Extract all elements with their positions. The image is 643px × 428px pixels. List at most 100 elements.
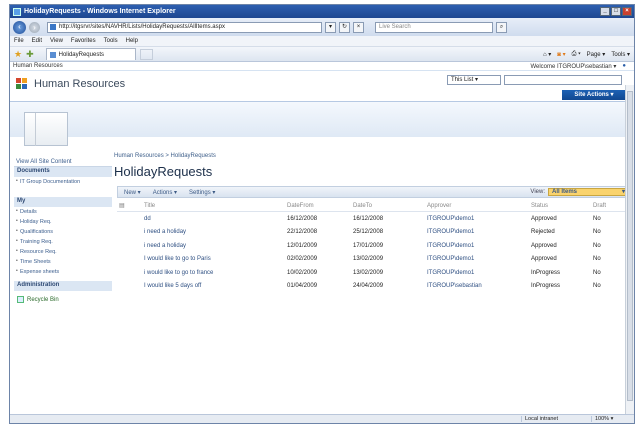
feeds-icon[interactable]: ◙ ▾ — [557, 51, 565, 58]
row-title[interactable]: i need a holiday — [144, 229, 287, 235]
row-title[interactable]: I would like 5 days off — [144, 283, 287, 289]
refresh-button[interactable]: ↻ — [339, 21, 350, 33]
list-table: ▤ Title DateFrom DateTo Approver Status … — [117, 200, 632, 293]
menu-file[interactable]: File — [14, 38, 24, 44]
search-button[interactable]: ⌕ — [496, 21, 507, 33]
row-datefrom: 02/02/2009 — [287, 256, 318, 263]
page-header-band — [10, 101, 634, 137]
url-text: http://itgsrvr/sites/NAVHR/Lists/Holiday… — [59, 24, 225, 30]
site-logo-icon — [16, 78, 30, 89]
page-menu[interactable]: Page ▾ — [587, 51, 606, 58]
view-all-content-link[interactable]: View All Site Content — [14, 155, 112, 167]
new-tab-button[interactable] — [139, 48, 153, 60]
minimize-button[interactable]: _ — [600, 7, 610, 16]
home-icon[interactable]: ⌂ ▾ — [543, 51, 551, 58]
menu-favorites[interactable]: Favorites — [71, 38, 96, 44]
col-approver[interactable]: Approver — [427, 203, 531, 209]
settings-menu[interactable]: Settings ▾ — [183, 189, 221, 196]
back-button[interactable]: ‹ — [13, 20, 26, 34]
row-approver[interactable]: ITGROUP\demo1 — [427, 216, 531, 222]
menu-edit[interactable]: Edit — [32, 38, 42, 44]
row-title[interactable]: i need a holiday — [144, 243, 287, 249]
row-dateto: 13/02/2009 — [353, 256, 384, 263]
row-title[interactable]: i would like to go to france — [144, 270, 287, 276]
scrollbar-thumb[interactable] — [627, 91, 633, 401]
view-select[interactable]: All Items — [548, 188, 628, 196]
search-scope-select[interactable]: This List ▾ — [447, 75, 501, 85]
page-title: HolidayRequests — [114, 164, 213, 179]
table-row[interactable]: i need a holiday 22/12/2008 25/12/2008 I… — [117, 226, 632, 240]
row-status: Approved — [531, 256, 557, 263]
breadcrumb[interactable]: Human Resources > HolidayRequests — [114, 153, 216, 159]
nav-head-documents[interactable]: Documents — [14, 167, 112, 177]
row-approver[interactable]: ITGROUP\sebastian — [427, 283, 531, 289]
recycle-bin-icon — [17, 296, 24, 303]
recycle-bin-link[interactable]: Recycle Bin — [14, 291, 112, 308]
nav-item-expense-sheets[interactable]: Expense sheets — [14, 267, 112, 277]
site-search-input[interactable] — [504, 75, 622, 85]
tools-menu[interactable]: Tools ▾ — [611, 51, 630, 58]
site-actions-button[interactable]: Site Actions ▾ — [562, 90, 626, 100]
tab-label: HolidayRequests — [58, 51, 104, 58]
help-icon[interactable]: ● — [622, 63, 626, 69]
security-zone: Local intranet — [521, 416, 591, 422]
row-dateto: 16/12/2008 — [353, 215, 384, 222]
nav-item-resource-req[interactable]: Resource Req. — [14, 247, 112, 257]
site-title[interactable]: Human Resources — [34, 78, 125, 90]
col-dateto[interactable]: DateTo — [353, 203, 427, 209]
row-dateto: 17/01/2009 — [353, 242, 384, 249]
col-datefrom[interactable]: DateFrom — [287, 203, 353, 209]
nav-head-administration[interactable]: Administration — [14, 281, 112, 291]
forward-button[interactable]: › — [29, 21, 40, 33]
favorites-star-icon[interactable]: ★ — [14, 49, 22, 60]
row-datefrom: 01/04/2009 — [287, 283, 318, 290]
nav-head-my[interactable]: My — [14, 197, 112, 207]
nav-item-details[interactable]: Details — [14, 207, 112, 217]
browser-tab[interactable]: HolidayRequests — [45, 48, 136, 60]
menu-view[interactable]: View — [50, 38, 63, 44]
row-approver[interactable]: ITGROUP\demo1 — [427, 229, 531, 235]
sharepoint-top-bar: Human Resources Welcome ITGROUP\sebastia… — [10, 62, 634, 71]
col-status[interactable]: Status — [531, 203, 593, 209]
row-datefrom: 12/01/2009 — [287, 242, 318, 249]
print-icon[interactable]: ⎙ ▾ — [572, 51, 581, 58]
table-row[interactable]: i need a holiday 12/01/2009 17/01/2009 I… — [117, 239, 632, 253]
view-label: View: — [530, 189, 545, 195]
row-title[interactable]: dd — [144, 216, 287, 222]
row-status: Approved — [531, 215, 557, 222]
add-favorites-icon[interactable]: ✚ — [26, 49, 34, 60]
nav-item-training-req[interactable]: Training Req. — [14, 237, 112, 247]
nav-item-time-sheets[interactable]: Time Sheets — [14, 257, 112, 267]
row-approver[interactable]: ITGROUP\demo1 — [427, 256, 531, 262]
attachment-col-icon: ▤ — [119, 203, 125, 209]
maximize-button[interactable]: □ — [611, 7, 621, 16]
vertical-scrollbar[interactable] — [625, 85, 634, 416]
row-approver[interactable]: ITGROUP\demo1 — [427, 243, 531, 249]
nav-item-holiday-req[interactable]: Holiday Req. — [14, 217, 112, 227]
favorites-bar: ★ ✚ HolidayRequests ⌂ ▾ ◙ ▾ ⎙ ▾ Page ▾ T… — [10, 47, 634, 62]
url-field[interactable]: http://itgsrvr/sites/NAVHR/Lists/Holiday… — [47, 21, 322, 33]
nav-item-it-group[interactable]: IT Group Documentation — [14, 177, 112, 195]
table-row[interactable]: I would like 5 days off 01/04/2009 24/04… — [117, 280, 632, 294]
row-dateto: 24/04/2009 — [353, 283, 384, 290]
stop-button[interactable]: × — [353, 21, 364, 33]
nav-item-qualifications[interactable]: Qualifications — [14, 227, 112, 237]
table-row[interactable]: i would like to go to france 10/02/2009 … — [117, 266, 632, 280]
url-dropdown-button[interactable]: ▾ — [325, 21, 336, 33]
actions-menu[interactable]: Actions ▾ — [147, 189, 183, 196]
row-status: InProgress — [531, 269, 561, 276]
col-title[interactable]: Title — [144, 203, 287, 209]
page-content: Human Resources Welcome ITGROUP\sebastia… — [10, 62, 634, 404]
live-search-input[interactable]: Live Search — [375, 21, 493, 33]
top-site-link[interactable]: Human Resources — [13, 63, 63, 69]
row-approver[interactable]: ITGROUP\demo1 — [427, 270, 531, 276]
welcome-menu[interactable]: Welcome ITGROUP\sebastian ▾ — [530, 63, 616, 70]
menu-help[interactable]: Help — [126, 38, 138, 44]
table-row[interactable]: I would like to go to Paris 02/02/2009 1… — [117, 253, 632, 267]
row-title[interactable]: I would like to go to Paris — [144, 256, 287, 262]
menu-tools[interactable]: Tools — [104, 38, 118, 44]
table-row[interactable]: dd 16/12/2008 16/12/2008 ITGROUP\demo1 A… — [117, 212, 632, 226]
close-button[interactable]: × — [622, 7, 632, 16]
new-menu[interactable]: New ▾ — [118, 189, 147, 196]
zoom-level[interactable]: 100% ▾ — [591, 416, 631, 422]
